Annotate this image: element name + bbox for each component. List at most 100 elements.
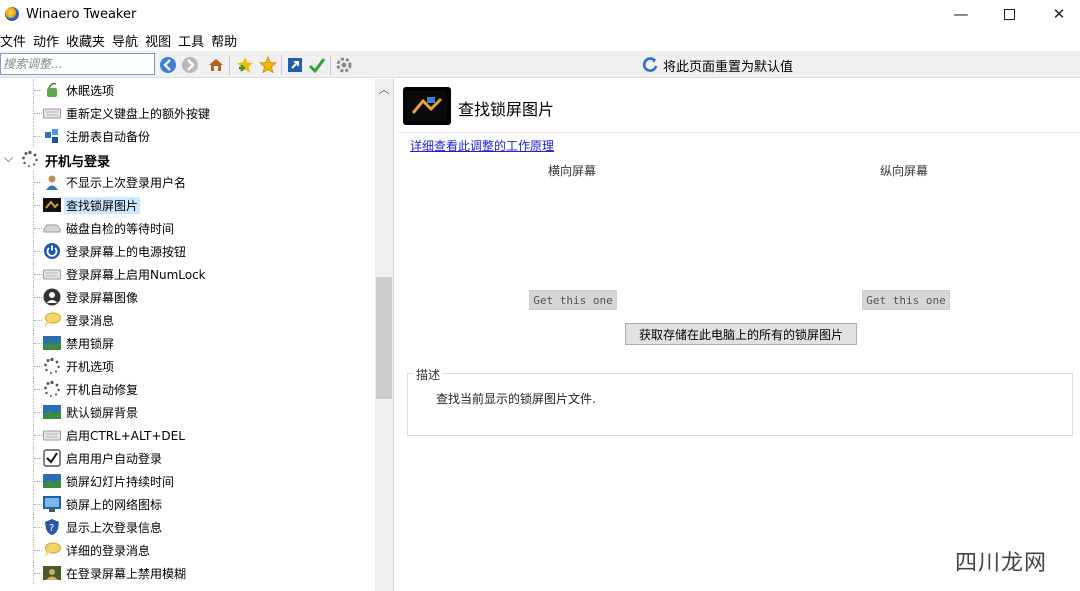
toolbar-separator [330, 55, 331, 75]
toolbar-separator [229, 55, 230, 75]
reset-page-label: 将此页面重置为默认值 [663, 59, 794, 75]
back-button[interactable] [158, 55, 178, 75]
tree-item[interactable]: 开机自动修复 [0, 378, 375, 400]
learn-more-link[interactable]: 详细查看此调整的工作原理 [410, 137, 554, 154]
message-icon [43, 541, 61, 559]
tree-item[interactable]: 详细的登录消息 [0, 539, 375, 561]
tree-hook [34, 343, 42, 344]
landscape-icon [43, 403, 61, 421]
tree-item-label: 登录屏幕图像 [66, 291, 139, 305]
get-all-lockscreen-images-button[interactable]: 获取存储在此电脑上的所有的锁屏图片 [625, 323, 857, 345]
maximize-icon [1003, 8, 1015, 20]
lockscreen-image-icon [43, 196, 61, 214]
reset-page-button[interactable]: 将此页面重置为默认值 [641, 55, 793, 75]
tree-item[interactable]: 开机选项 [0, 355, 375, 377]
tree-item-label: 显示上次登录信息 [66, 521, 163, 535]
tree-item-label: 登录屏幕上启用NumLock [66, 268, 206, 282]
tree-item-label: 锁屏上的网络图标 [66, 498, 163, 512]
tree-item-label: 锁屏幻灯片持续时间 [66, 475, 175, 489]
tree-item[interactable]: 启用CTRL+ALT+DEL [0, 424, 375, 446]
tree-item-label: 默认锁屏背景 [66, 406, 139, 420]
tree-item[interactable]: 登录屏幕上的电源按钮 [0, 240, 375, 262]
tree-scrollbar[interactable]: ︿ [375, 79, 393, 591]
tree-item-label: 启用用户自动登录 [66, 452, 163, 466]
description-legend: 描述 [414, 366, 443, 383]
add-favorite-button[interactable] [235, 55, 255, 75]
forward-arrow-icon [182, 57, 198, 73]
tree-hook [34, 504, 42, 505]
tree-hook [34, 389, 42, 390]
tree-item[interactable]: 休眠选项 [0, 79, 375, 101]
reset-arrow-icon [642, 57, 658, 72]
tree-item-selected[interactable]: 查找锁屏图片 [0, 194, 375, 216]
tree-item-label: 禁用锁屏 [66, 337, 115, 351]
tree-item-label: 磁盘自检的等待时间 [66, 222, 175, 236]
spinner-icon [43, 380, 61, 398]
app-icon [5, 7, 19, 21]
menu-favorites[interactable]: 收藏夹 [66, 31, 112, 50]
tree-item-label: 在登录屏幕上禁用模糊 [66, 567, 187, 581]
checkbox-icon [43, 449, 61, 467]
tree-item-label: 查找锁屏图片 [64, 197, 141, 214]
forward-button[interactable] [180, 55, 200, 75]
tree-item[interactable]: 磁盘自检的等待时间 [0, 217, 375, 239]
tree-category-label: 开机与登录 [45, 155, 111, 170]
tree-hook [34, 274, 42, 275]
menu-help[interactable]: 帮助 [211, 31, 244, 50]
tree-hook [34, 481, 42, 482]
tree-item[interactable]: 重新定义键盘上的额外按键 [0, 102, 375, 124]
tree-item[interactable]: 注册表自动备份 [0, 125, 375, 147]
tree-item[interactable]: 登录消息 [0, 309, 375, 331]
export-icon [288, 58, 302, 72]
tree-item[interactable]: 启用用户自动登录 [0, 447, 375, 469]
get-landscape-button[interactable]: Get this one [529, 290, 617, 310]
tree-item[interactable]: 登录屏幕上启用NumLock [0, 263, 375, 285]
tree-hook [34, 458, 42, 459]
menu-tools[interactable]: 工具 [178, 31, 211, 50]
home-button[interactable] [206, 55, 226, 75]
tree-item[interactable]: 锁屏幻灯片持续时间 [0, 470, 375, 492]
sleep-icon [43, 81, 61, 99]
tree-category-startup-logon[interactable]: ⌵ 开机与登录 [0, 148, 375, 170]
scroll-up-button[interactable]: ︿ [375, 79, 393, 99]
search-input[interactable] [0, 53, 155, 75]
page-title: 查找锁屏图片 [458, 100, 555, 119]
minimize-button[interactable]: — [938, 0, 984, 28]
tweak-panel: 查找锁屏图片 详细查看此调整的工作原理 横向屏幕 纵向屏幕 Get this o… [398, 79, 1080, 591]
tree-item[interactable]: 默认锁屏背景 [0, 401, 375, 423]
svg-text:?: ? [49, 523, 54, 534]
settings-button[interactable] [334, 55, 354, 75]
toolbar: 将此页面重置为默认值 [0, 51, 1080, 78]
get-portrait-button[interactable]: Get this one [862, 290, 950, 310]
tree-item-label: 登录屏幕上的电源按钮 [66, 245, 187, 259]
export-button[interactable] [285, 55, 305, 75]
menu-action[interactable]: 动作 [33, 31, 66, 50]
close-button[interactable]: ✕ [1036, 0, 1080, 28]
keyboard-icon [43, 104, 61, 122]
tree-item[interactable]: ? 显示上次登录信息 [0, 516, 375, 538]
landscape-icon [43, 472, 61, 490]
tree-item[interactable]: 在登录屏幕上禁用模糊 [0, 562, 375, 584]
favorites-button[interactable] [258, 55, 278, 75]
chevron-down-icon[interactable]: ⌵ [4, 151, 13, 166]
menu-view[interactable]: 视图 [145, 31, 178, 50]
power-icon [43, 242, 61, 260]
spinner-icon [21, 150, 39, 168]
close-icon: ✕ [1052, 5, 1066, 23]
menu-navigate[interactable]: 导航 [112, 31, 145, 50]
tree-item-label: 注册表自动备份 [66, 130, 151, 144]
keyboard-icon [43, 426, 61, 444]
scroll-thumb[interactable] [376, 277, 392, 399]
apply-button[interactable] [307, 55, 327, 75]
tree-item[interactable]: 禁用锁屏 [0, 332, 375, 354]
menu-file[interactable]: 文件 [0, 31, 33, 50]
tree-hook [34, 90, 42, 91]
tree-hook [34, 113, 42, 114]
registry-icon [43, 127, 61, 145]
tree-item[interactable]: 锁屏上的网络图标 [0, 493, 375, 515]
blur-icon [43, 564, 61, 582]
tree-item-label: 重新定义键盘上的额外按键 [66, 107, 211, 121]
tree-item[interactable]: 登录屏幕图像 [0, 286, 375, 308]
maximize-button[interactable] [986, 0, 1032, 28]
tree-item[interactable]: 不显示上次登录用户名 [0, 171, 375, 193]
